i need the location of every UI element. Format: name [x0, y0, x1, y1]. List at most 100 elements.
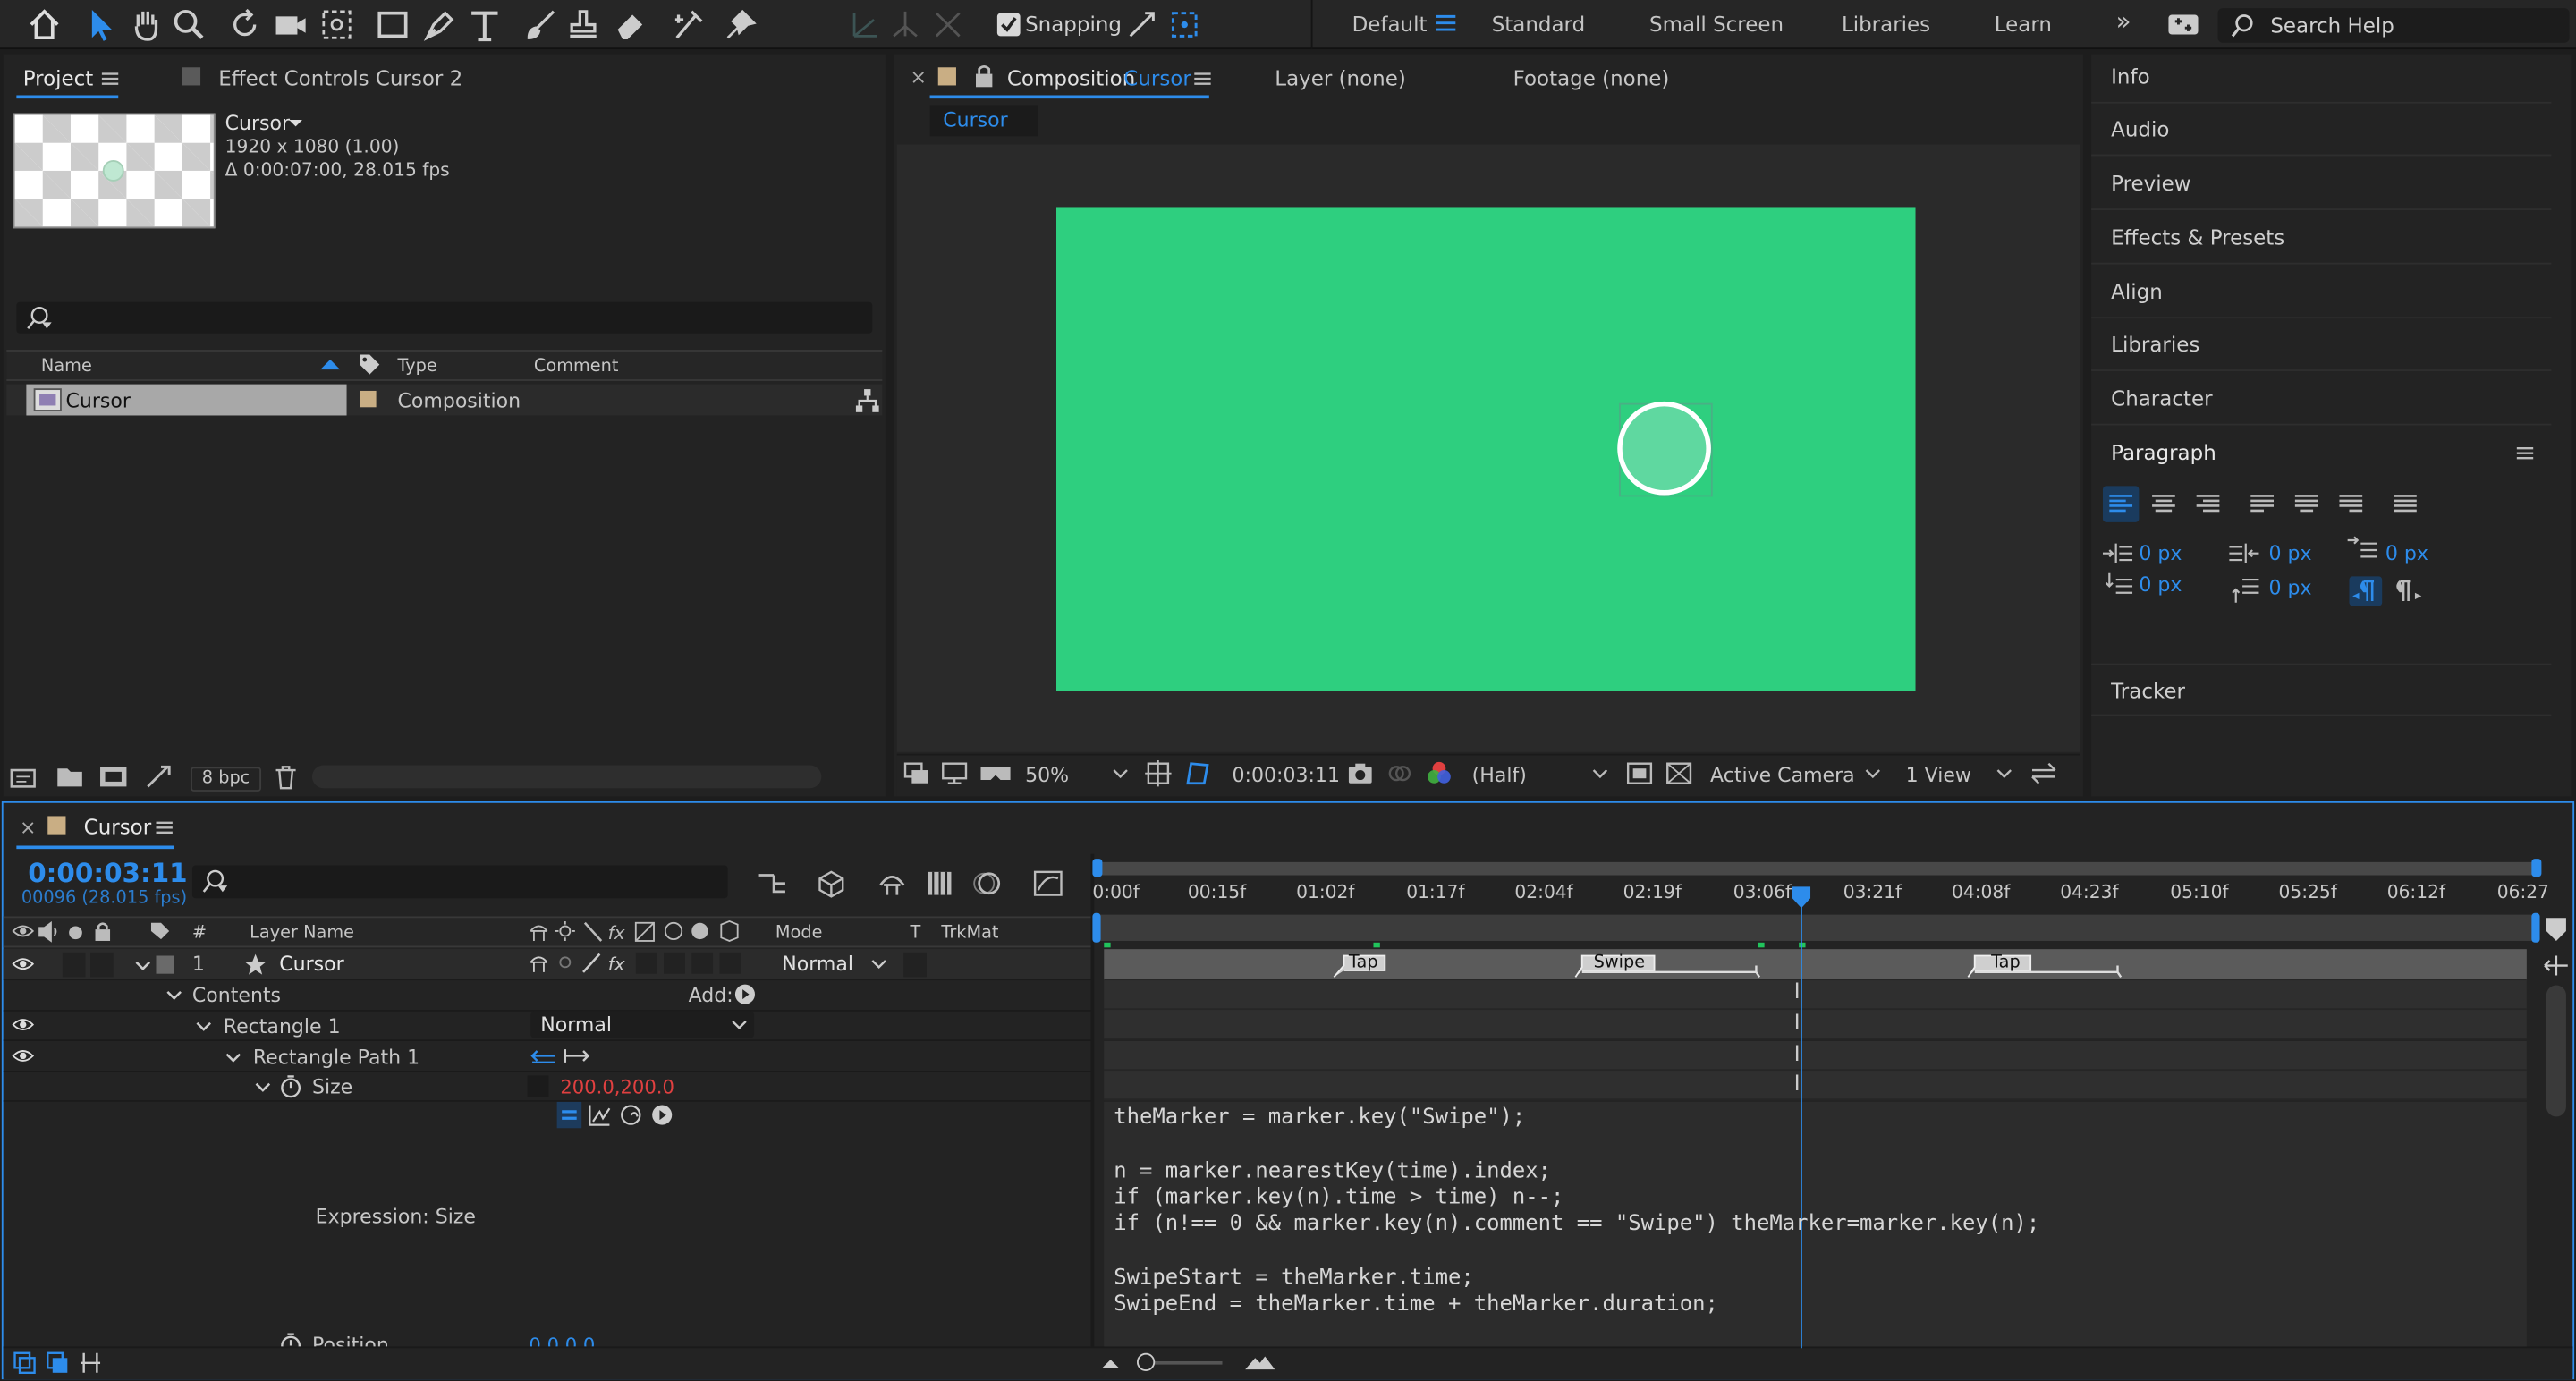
panel-effects-presets[interactable]: Effects & Presets — [2091, 212, 2552, 265]
layer-lock-slot[interactable] — [90, 952, 114, 978]
justify-all-icon[interactable] — [2387, 486, 2423, 521]
work-area-end-handle[interactable] — [2531, 859, 2542, 877]
rectangle-visibility-eye-icon[interactable] — [12, 1015, 35, 1037]
tab-layer[interactable]: Layer (none) — [1275, 65, 1406, 90]
tab-project[interactable]: Project — [23, 65, 94, 90]
column-name[interactable]: Name — [41, 356, 92, 376]
expression-code-line[interactable]: if (marker.key(n).time > time) n--; — [1114, 1186, 1563, 1211]
workspace-libraries[interactable]: Libraries — [1842, 12, 1930, 37]
paragraph-menu-icon[interactable] — [2513, 442, 2537, 465]
zoom-level[interactable]: 50% — [1025, 764, 1069, 787]
expression-code-line[interactable]: if (n!== 0 && marker.key(n).comment == "… — [1114, 1212, 2039, 1237]
align-center-icon[interactable] — [2146, 486, 2182, 521]
panel-tracker[interactable]: Tracker — [2091, 663, 2552, 716]
lock-header-icon[interactable] — [92, 919, 114, 943]
trash-icon[interactable] — [273, 764, 299, 790]
sort-ascending-icon[interactable] — [320, 356, 341, 372]
expression-code-line[interactable]: SwipeStart = theMarker.time; — [1114, 1266, 1474, 1291]
layer-solo-slot[interactable] — [62, 952, 86, 978]
zoom-in-mountain-icon[interactable] — [1243, 1350, 1276, 1376]
snap-edges-icon[interactable] — [1123, 6, 1159, 42]
graph-editor-icon[interactable] — [1030, 866, 1066, 902]
work-area-bar[interactable] — [1096, 861, 2542, 876]
snapping-checkbox[interactable] — [996, 13, 1021, 37]
camera-tool-icon[interactable] — [273, 6, 309, 42]
hand-tool-icon[interactable] — [128, 6, 164, 42]
comp-tab-name[interactable]: Cursor — [1123, 65, 1191, 90]
lock-icon[interactable] — [972, 63, 996, 89]
expression-code-line[interactable]: n = marker.nearestKey(time).index; — [1114, 1159, 1551, 1184]
audio-switch-header-icon[interactable] — [38, 920, 61, 943]
bit-depth-button[interactable]: 8 bpc — [191, 767, 262, 792]
rectangle-mode-dropdown-icon[interactable] — [731, 1016, 747, 1032]
brush-tool-icon[interactable] — [522, 6, 558, 42]
mode-column-header[interactable]: Mode — [775, 923, 823, 943]
rectangle-path-visibility-eye-icon[interactable] — [12, 1046, 35, 1067]
rectangle-chevron-icon[interactable] — [194, 1016, 214, 1036]
indent-left-value[interactable]: 0 px — [2139, 542, 2182, 565]
views-dropdown[interactable]: 1 View — [1906, 764, 1971, 787]
size-chevron-icon[interactable] — [253, 1077, 273, 1097]
home-icon[interactable] — [26, 6, 62, 42]
new-folder-icon[interactable] — [55, 764, 85, 790]
column-comment[interactable]: Comment — [534, 356, 619, 376]
space-after-value[interactable]: 0 px — [2268, 576, 2311, 599]
layer-mode-dropdown-icon[interactable] — [870, 955, 886, 971]
draft-3d-icon[interactable] — [813, 866, 849, 902]
interpret-footage-icon[interactable] — [10, 764, 39, 790]
expression-pickwhip-icon[interactable] — [619, 1104, 642, 1127]
rtl-direction-icon[interactable] — [2392, 576, 2425, 606]
project-scrollbar[interactable] — [311, 765, 822, 789]
close-comp-tab-icon[interactable]: × — [911, 65, 927, 89]
panel-libraries[interactable]: Libraries — [2091, 318, 2552, 371]
size-link-slot[interactable] — [527, 1075, 549, 1097]
expand-layer-switches-icon[interactable] — [12, 1350, 38, 1376]
layer-label-swatch[interactable] — [156, 955, 174, 974]
add-menu-play-icon[interactable] — [734, 984, 756, 1005]
ltr-direction-button[interactable] — [2349, 576, 2383, 606]
size-value[interactable]: 200.0,200.0 — [560, 1076, 674, 1099]
justify-last-right-icon[interactable] — [2333, 486, 2368, 521]
switches-header-icons[interactable]: fx — [528, 919, 741, 945]
layer-duration-bar[interactable] — [1104, 949, 2527, 981]
expression-code-line[interactable]: theMarker = marker.key("Swipe"); — [1114, 1106, 1525, 1131]
comp-canvas[interactable] — [1055, 207, 1916, 691]
workspace-menu-icon[interactable] — [1433, 8, 1469, 44]
type-tool-icon[interactable] — [467, 6, 503, 42]
timeline-tab-menu-icon[interactable] — [153, 816, 176, 839]
vr-headset-icon[interactable] — [979, 758, 1013, 788]
expand-transfer-controls-icon[interactable] — [45, 1350, 71, 1376]
current-time-display[interactable]: 0:00:03:11 — [28, 857, 187, 888]
align-left-button[interactable] — [2102, 486, 2140, 522]
pen-tool-icon[interactable] — [420, 6, 456, 42]
flowchart-icon[interactable] — [854, 387, 880, 413]
shy-layers-icon[interactable] — [874, 866, 910, 902]
layer-expand-chevron-icon[interactable] — [133, 955, 153, 975]
indent-left-icon[interactable] — [2101, 538, 2134, 568]
timeline-search-input[interactable] — [191, 865, 728, 899]
indent-first-line-icon[interactable] — [2346, 536, 2379, 565]
layer-visibility-eye-icon[interactable] — [12, 954, 35, 976]
zoom-dropdown-icon[interactable] — [1112, 766, 1128, 782]
zoom-tool-icon[interactable] — [171, 6, 207, 42]
space-after-icon[interactable] — [2228, 575, 2261, 605]
eraser-tool-icon[interactable] — [611, 6, 647, 42]
show-snapshot-icon[interactable] — [1385, 758, 1414, 788]
zoom-out-mountain-icon[interactable] — [1097, 1350, 1123, 1376]
space-before-value[interactable]: 0 px — [2139, 573, 2182, 597]
layer-switches[interactable]: fx — [528, 951, 741, 976]
timeline-vertical-scrollbar[interactable] — [2546, 985, 2566, 1117]
axis-mode-icon[interactable] — [848, 6, 884, 42]
new-composition-icon[interactable] — [98, 764, 128, 790]
resolution-dropdown-icon[interactable] — [1592, 766, 1608, 782]
close-timeline-tab-icon[interactable]: × — [20, 816, 36, 839]
panel-preview[interactable]: Preview — [2091, 157, 2552, 210]
comp-tab-prefix[interactable]: Composition — [1007, 65, 1135, 90]
puppet-pin-tool-icon[interactable] — [723, 6, 758, 42]
video-switch-header-icon[interactable] — [12, 921, 35, 943]
trkmat-column-header[interactable]: TrkMat — [941, 923, 998, 943]
comp-timecode[interactable]: 0:00:03:11 — [1233, 764, 1340, 787]
view-axis-icon[interactable] — [930, 6, 966, 42]
color-channels-icon[interactable] — [1424, 758, 1453, 788]
indent-first-line-value[interactable]: 0 px — [2385, 542, 2428, 565]
